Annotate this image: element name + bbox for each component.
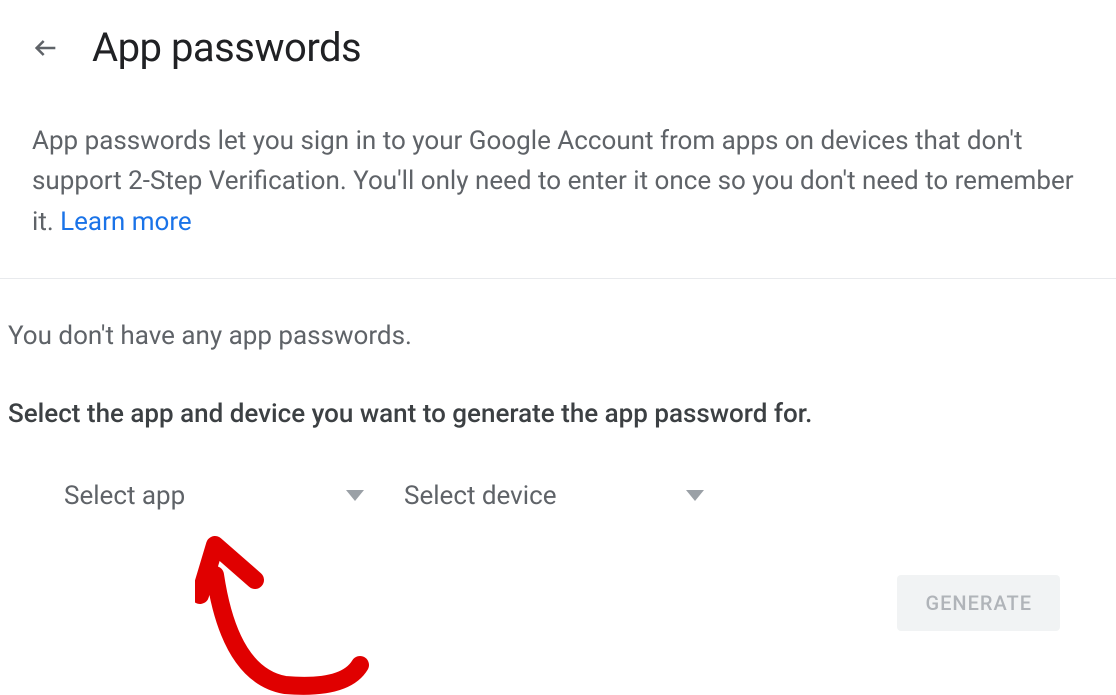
arrow-left-icon <box>32 34 60 62</box>
main-content: You don't have any app passwords. Select… <box>0 279 1116 659</box>
page-title: App passwords <box>92 24 361 71</box>
caret-down-icon <box>346 490 364 502</box>
page-header: App passwords <box>0 0 1116 89</box>
actions-row: GENERATE <box>8 563 1084 631</box>
select-device-label: Select device <box>404 481 654 511</box>
select-app-label: Select app <box>64 481 314 511</box>
instruction-text: Select the app and device you want to ge… <box>8 399 1084 429</box>
select-app-dropdown[interactable]: Select app <box>64 477 364 515</box>
generate-button[interactable]: GENERATE <box>897 575 1060 631</box>
no-passwords-status: You don't have any app passwords. <box>8 321 1084 351</box>
dropdown-row: Select app Select device <box>8 477 1084 515</box>
description-text: App passwords let you sign in to your Go… <box>0 89 1116 279</box>
select-device-dropdown[interactable]: Select device <box>404 477 704 515</box>
caret-down-icon <box>686 490 704 502</box>
learn-more-link[interactable]: Learn more <box>60 207 192 237</box>
back-button[interactable] <box>32 34 60 62</box>
